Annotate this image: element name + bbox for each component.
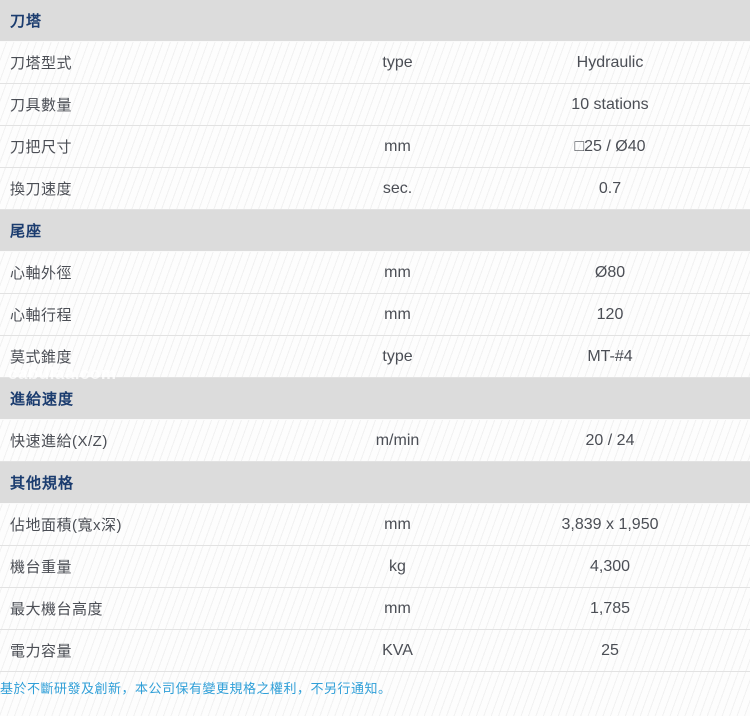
spec-row-unit: mm [300, 138, 495, 156]
spec-row-value: □25 / Ø40 [495, 138, 725, 156]
section-title: 其他規格 [10, 472, 74, 493]
spec-row-label: 心軸外徑 [0, 262, 300, 283]
spec-row-label: 刀塔型式 [0, 52, 300, 73]
spec-row-label: 機台重量 [0, 556, 300, 577]
spec-row-value: 20 / 24 [495, 432, 725, 450]
spec-row-label: 快速進給(X/Z) [0, 430, 300, 451]
section-title: 刀塔 [10, 10, 42, 31]
spec-row-unit: kg [300, 558, 495, 576]
spec-row-label: 最大機台高度 [0, 598, 300, 619]
spec-row: 最大機台高度 mm 1,785 [0, 588, 750, 630]
spec-row-label: 心軸行程 [0, 304, 300, 325]
spec-row-value: 120 [495, 306, 725, 324]
spec-row: 佔地面積(寬x深) mm 3,839 x 1,950 [0, 504, 750, 546]
spec-row-unit: mm [300, 306, 495, 324]
spec-row-value: 4,300 [495, 558, 725, 576]
spec-row-value: 3,839 x 1,950 [495, 516, 725, 534]
footer-disclaimer: 基於不斷研發及創新，本公司保有變更規格之權利，不另行通知。 [0, 672, 750, 697]
section-title: 進給速度 [10, 388, 74, 409]
spec-row: 快速進給(X/Z) m/min 20 / 24 [0, 420, 750, 462]
spec-row-unit: mm [300, 516, 495, 534]
spec-row-unit: KVA [300, 642, 495, 660]
spec-row-value: 25 [495, 642, 725, 660]
section-header: 尾座 [0, 210, 750, 252]
spec-row-label: 佔地面積(寬x深) [0, 514, 300, 535]
spec-row-value: Ø80 [495, 264, 725, 282]
spec-row: 電力容量 KVA 25 [0, 630, 750, 672]
section-title: 尾座 [10, 220, 42, 241]
spec-row: 心軸行程 mm 120 [0, 294, 750, 336]
spec-row-unit: mm [300, 600, 495, 618]
spec-row: 心軸外徑 mm Ø80 [0, 252, 750, 294]
spec-row-label: 換刀速度 [0, 178, 300, 199]
section-header: 其他規格 [0, 462, 750, 504]
spec-row-label: 莫式錐度 [0, 346, 300, 367]
spec-row-value: Hydraulic [495, 54, 725, 72]
spec-row: 刀塔型式 type Hydraulic [0, 42, 750, 84]
spec-row-label: 刀把尺寸 [0, 136, 300, 157]
spec-row: 換刀速度 sec. 0.7 [0, 168, 750, 210]
spec-row-unit: sec. [300, 180, 495, 198]
spec-row-unit: type [300, 348, 495, 366]
spec-row-unit: m/min [300, 432, 495, 450]
spec-row-label: 電力容量 [0, 640, 300, 661]
spec-row: 刀具數量 10 stations [0, 84, 750, 126]
spec-table: 刀塔 刀塔型式 type Hydraulic 刀具數量 10 stations … [0, 0, 750, 672]
spec-row-unit: mm [300, 264, 495, 282]
spec-row: 機台重量 kg 4,300 [0, 546, 750, 588]
section-header: 進給速度 [0, 378, 750, 420]
section-header: 刀塔 [0, 0, 750, 42]
spec-row-unit: type [300, 54, 495, 72]
spec-row-value: MT-#4 [495, 348, 725, 366]
spec-row-value: 1,785 [495, 600, 725, 618]
spec-row-value: 10 stations [495, 96, 725, 114]
spec-row: 刀把尺寸 mm □25 / Ø40 [0, 126, 750, 168]
spec-row-label: 刀具數量 [0, 94, 300, 115]
spec-row-value: 0.7 [495, 180, 725, 198]
spec-row: 莫式錐度 type MT-#4 [0, 336, 750, 378]
spec-page: 刀塔 刀塔型式 type Hydraulic 刀具數量 10 stations … [0, 0, 750, 716]
